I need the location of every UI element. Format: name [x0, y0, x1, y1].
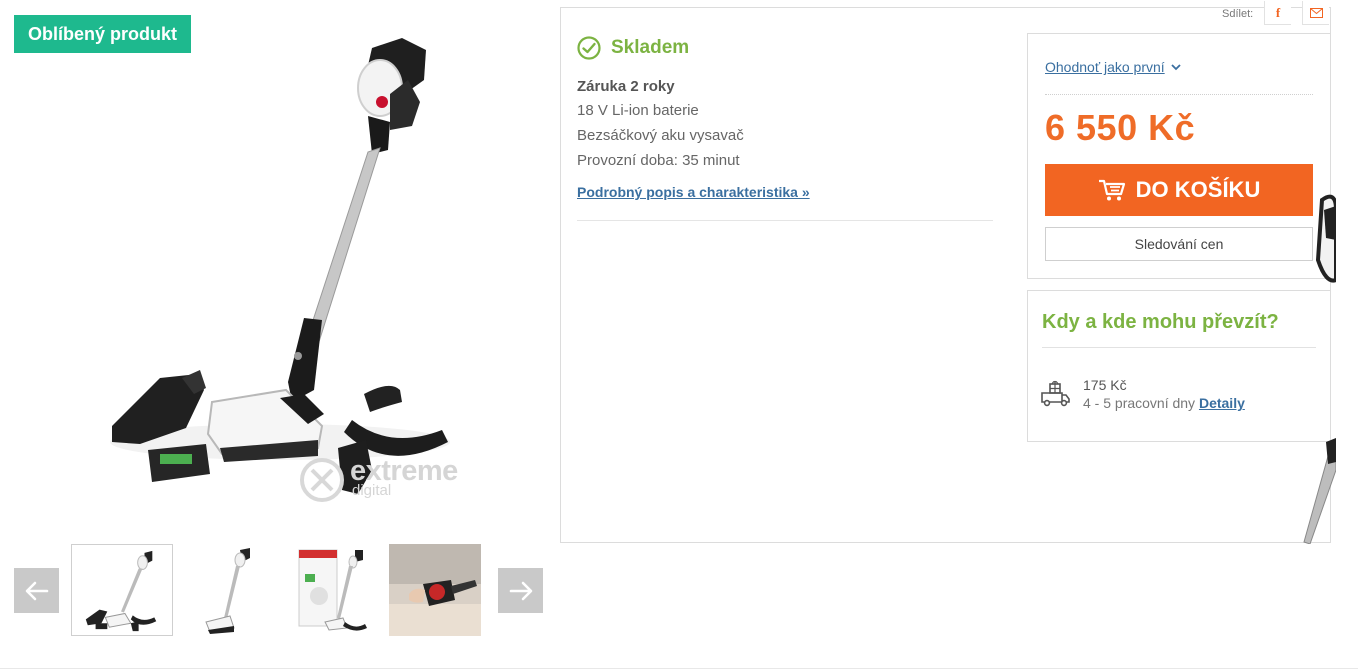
gallery-next-button[interactable] — [498, 568, 543, 613]
pickup-time: 4 - 5 pracovní dny — [1083, 395, 1196, 411]
check-circle-icon — [577, 36, 601, 60]
cart-icon — [1098, 179, 1125, 201]
stock-label: Skladem — [611, 37, 690, 58]
share-facebook-button[interactable]: f — [1264, 1, 1291, 25]
pickup-price: 175 Kč — [1083, 377, 1127, 393]
price-watch-button[interactable]: Sledování cen — [1045, 227, 1313, 261]
product-description-link[interactable]: Podrobný popis a charakteristika » — [577, 184, 810, 200]
thumb-vacuum-side[interactable] — [180, 544, 282, 636]
divider — [1042, 347, 1316, 348]
rate-label: Ohodnoť jako první — [1045, 59, 1165, 75]
divider — [577, 220, 993, 221]
rate-first-link[interactable]: Ohodnoť jako první — [1045, 59, 1181, 75]
main-product-image[interactable] — [90, 30, 480, 510]
pickup-details-link[interactable]: Detaily — [1199, 395, 1245, 411]
share-mail-button[interactable] — [1302, 1, 1329, 25]
stock-status: Skladem — [577, 36, 689, 60]
watermark-sub: digital — [352, 482, 392, 499]
feature-item: 18 V Li-ion baterie — [577, 102, 699, 119]
thumb-vacuum-handheld[interactable] — [389, 544, 481, 636]
pickup-title: Kdy a kde mohu převzít? — [1042, 311, 1279, 333]
feature-item: Bezsáčkový aku vysavač — [577, 127, 744, 144]
thumb-vacuum-box[interactable] — [285, 544, 387, 636]
chevron-down-icon — [1171, 63, 1181, 70]
divider — [0, 668, 1358, 669]
divider — [1045, 94, 1313, 95]
product-price: 6 550 Kč — [1045, 107, 1196, 148]
add-to-cart-button[interactable]: DO KOŠÍKU — [1045, 164, 1313, 216]
cart-label: DO KOŠÍKU — [1135, 177, 1261, 202]
pickup-time-row: 4 - 5 pracovní dny Detaily — [1083, 395, 1245, 411]
delivery-truck-icon — [1041, 380, 1070, 407]
arrow-right-icon — [509, 581, 532, 600]
share-label: Sdílet: — [1222, 8, 1254, 20]
thumb-vacuum-set[interactable] — [71, 544, 173, 636]
edge-product-image — [1296, 180, 1336, 544]
feature-item: Provozní doba: 35 minut — [577, 152, 740, 169]
gallery-prev-button[interactable] — [14, 568, 59, 613]
mail-icon — [1309, 7, 1323, 18]
warranty-text: Záruka 2 roky — [577, 78, 675, 95]
facebook-icon: f — [1275, 4, 1281, 20]
arrow-left-icon — [25, 581, 48, 600]
